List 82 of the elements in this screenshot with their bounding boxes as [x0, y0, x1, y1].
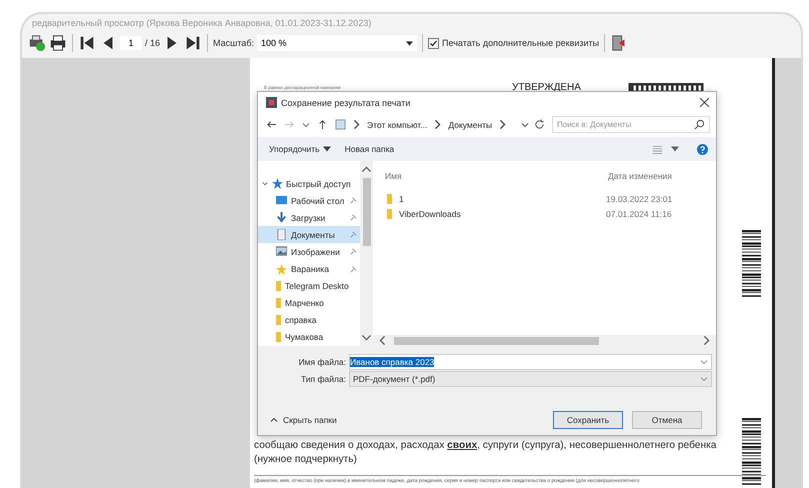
scroll-up-icon[interactable]: [361, 164, 372, 175]
filename-field[interactable]: Иванов справка 2023: [349, 354, 712, 370]
star-icon: [272, 178, 283, 190]
caret-icon[interactable]: [671, 146, 679, 152]
navigation-item[interactable]: Рабочий стол: [258, 192, 360, 210]
scroll-right-icon[interactable]: [701, 335, 712, 346]
filetype-dropdown[interactable]: PDF-документ (*.pdf): [349, 370, 712, 386]
app-icon: [266, 97, 277, 108]
chevron-right-icon: [351, 119, 362, 130]
window-title: редварительный просмотр (Яркова Вероника Анваровна, 01.01.2023-31.12.2023): [31, 17, 372, 30]
navigation-item[interactable]: Документы: [258, 226, 360, 244]
checkmark-icon: [429, 38, 438, 48]
zoom-label: Масштаб:: [213, 38, 254, 48]
barcode-icon: [742, 230, 760, 298]
file-row[interactable]: ViberDownloads 07.01.2024 11:16: [373, 206, 716, 221]
close-icon[interactable]: [699, 97, 710, 108]
dialog-title: Сохранение результата печати: [281, 98, 410, 108]
print-extra-checkbox[interactable]: Печатать дополнительные реквизиты: [428, 38, 600, 48]
download-arrow-icon: [276, 212, 287, 224]
dialog-button[interactable]: Сохранить: [553, 411, 623, 429]
up-arrow-icon[interactable]: [317, 119, 328, 130]
file-row[interactable]: 1 19.03.2022 23:01: [373, 191, 716, 206]
file-date: 19.03.2022 23:01: [606, 194, 674, 204]
filename-label: Имя файла:: [298, 356, 347, 366]
navigation-item[interactable]: Изображени: [258, 243, 360, 260]
picture-icon: [276, 246, 287, 258]
navigation-item[interactable]: Вараника: [258, 260, 360, 278]
file-date: 07.01.2024 11:16: [606, 208, 673, 218]
desktop-icon: [276, 195, 287, 206]
chevron-right-icon: [497, 119, 508, 130]
navigation-item[interactable]: справка: [258, 312, 360, 329]
navigation-item[interactable]: Загрузки: [258, 209, 360, 226]
printer-settings-icon[interactable]: [28, 34, 46, 52]
zoom-dropdown[interactable]: 100 %: [257, 35, 418, 51]
dropdown-caret-icon: [406, 40, 414, 46]
folder-icon: [276, 315, 281, 326]
help-icon[interactable]: [697, 144, 708, 154]
page-total: / 16: [145, 38, 160, 48]
expand-chevron-icon[interactable]: [261, 180, 269, 187]
navigation-item[interactable]: Марченко: [258, 294, 360, 312]
horizontal-scrollbar[interactable]: [373, 335, 716, 346]
new-folder-button[interactable]: Новая папка: [342, 144, 398, 154]
navigation-item[interactable]: Telegram Deskto: [258, 278, 360, 295]
document-icon: [276, 229, 287, 240]
file-name: ViberDownloads: [399, 208, 462, 218]
chevron-down-icon: [700, 376, 708, 382]
address-bar[interactable]: Этот компьют... Документы: [335, 117, 545, 132]
chevron-down-icon[interactable]: [302, 122, 310, 128]
print-icon[interactable]: [49, 34, 67, 52]
back-arrow-icon[interactable]: [266, 119, 277, 130]
navigation-item[interactable]: Чумакова: [258, 328, 360, 346]
filetype-label: Тип файла:: [300, 374, 347, 384]
chevron-right-icon: [432, 119, 444, 130]
scroll-down-icon[interactable]: [361, 332, 372, 343]
vertical-scrollbar[interactable]: [360, 161, 373, 346]
page-number-field[interactable]: 1: [120, 36, 142, 50]
hide-folders-button[interactable]: Скрыть папки: [264, 414, 343, 426]
search-field[interactable]: Поиск в: Документы: [552, 116, 710, 133]
chevron-down-icon[interactable]: [521, 122, 529, 128]
quick-access-item[interactable]: Быстрый доступ: [258, 175, 360, 192]
chevron-up-icon: [270, 417, 278, 423]
file-name: 1: [399, 194, 405, 204]
search-icon: [694, 119, 705, 130]
folder-icon: [276, 332, 281, 342]
approved-stamp-text: УТВЕРЖДЕНА: [512, 82, 582, 93]
last-page-icon[interactable]: [184, 34, 202, 52]
scrollbar-thumb[interactable]: [394, 336, 599, 344]
breadcrumb-item[interactable]: Документы: [448, 120, 492, 130]
folder-icon: [276, 298, 281, 308]
scroll-left-icon[interactable]: [377, 335, 388, 346]
column-header[interactable]: Дата изменения: [608, 171, 716, 181]
refresh-icon[interactable]: [534, 119, 545, 130]
organize-button[interactable]: Упорядочить: [266, 144, 334, 154]
folder-icon: [276, 281, 281, 292]
first-page-icon[interactable]: [78, 34, 96, 52]
star-icon: [276, 264, 287, 275]
caret-icon: [322, 146, 331, 152]
scrollbar-thumb[interactable]: [362, 178, 370, 246]
dialog-button[interactable]: Отмена: [632, 411, 702, 429]
document-paragraph: сообщаю сведения о доходах, расходах своих, супруги (супруга), несовершеннолетнего ребенка (нужное подчеркнуть): [254, 439, 718, 467]
column-header[interactable]: Имя: [385, 171, 608, 181]
breadcrumb-item[interactable]: Этот компьют...: [367, 120, 428, 130]
